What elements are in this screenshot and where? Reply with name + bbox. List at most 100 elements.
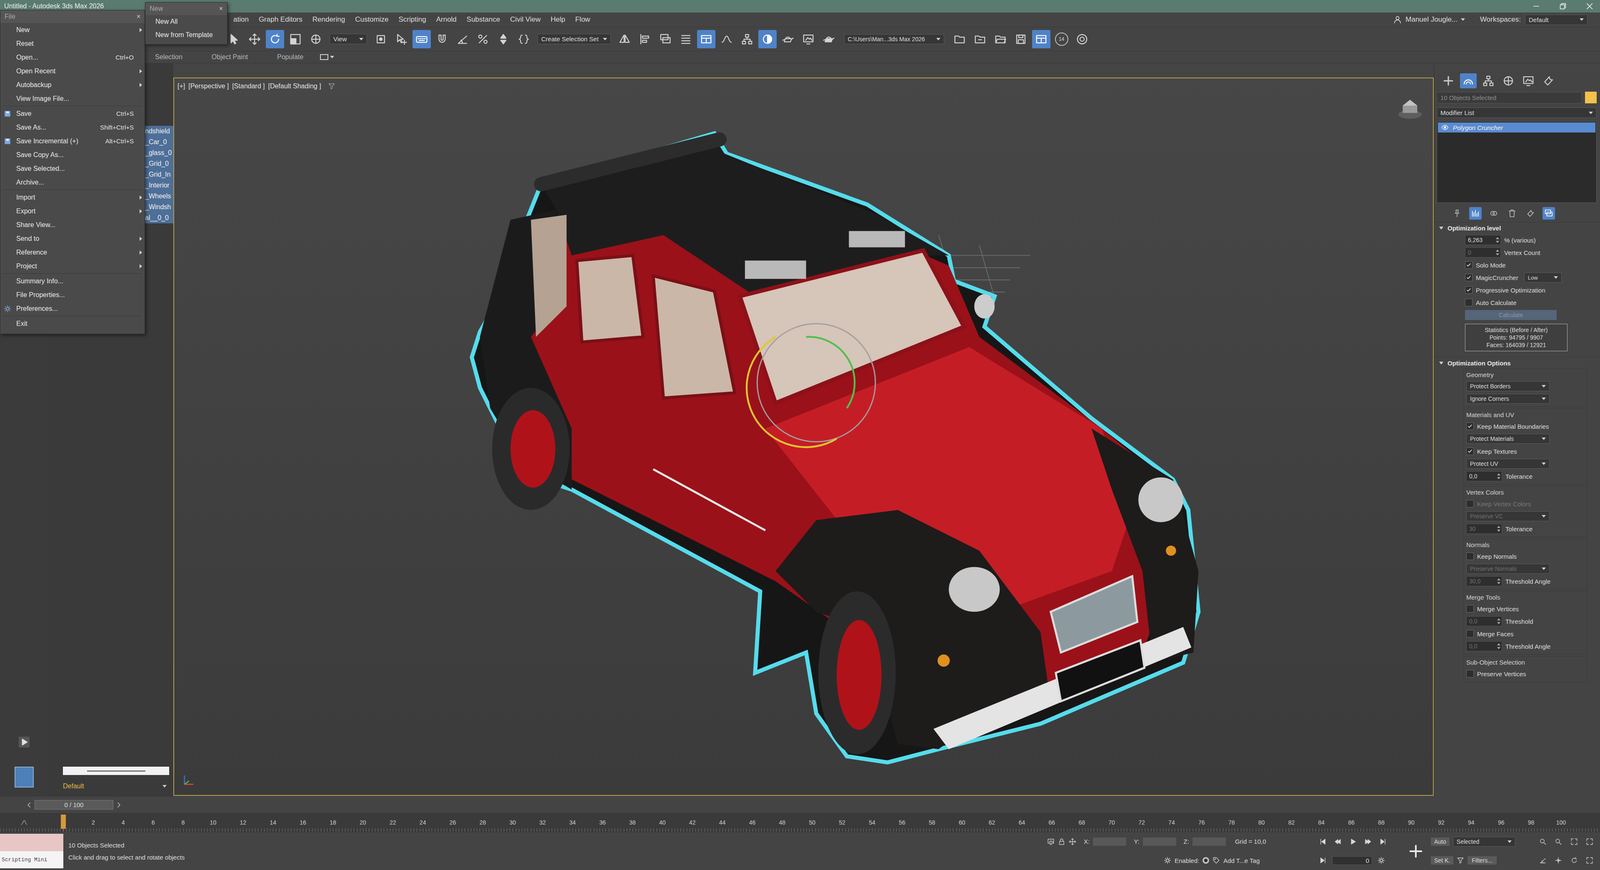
toolbar-button[interactable] [656,30,675,49]
coordinate-field[interactable] [1092,837,1127,846]
toolbar-button[interactable] [991,30,1010,49]
menu-entry[interactable]: View Image File... [0,91,145,106]
menu-entry[interactable]: New from Template [145,28,228,42]
option-dropdown[interactable]: Preserve Normals [1466,563,1550,574]
spinner-arrows-icon[interactable] [1497,472,1501,480]
playback-button[interactable] [1317,837,1329,846]
navigation-button[interactable] [1585,856,1594,865]
set-key-button[interactable] [1400,832,1431,870]
restore-button[interactable] [1555,0,1570,12]
command-tab[interactable] [1480,73,1497,89]
toolbar-button[interactable] [453,30,472,49]
menu-entry[interactable]: Archive... [0,175,145,190]
time-tag[interactable] [1212,856,1220,865]
checkbox-row[interactable]: Merge Faces [1466,627,1585,640]
viewport-filter[interactable] [327,82,336,90]
viewcube-icon[interactable] [1395,92,1425,124]
menu-entry[interactable]: Open Recent [0,64,145,78]
coordinate-field[interactable] [1192,837,1226,846]
menu-item[interactable]: Scripting [393,13,432,26]
navigation-button[interactable] [1570,856,1578,865]
menu-close-button[interactable]: × [219,5,223,13]
spinner-arrows-icon[interactable] [1497,525,1501,533]
expand-button[interactable] [18,736,30,748]
toolbar-button[interactable] [371,30,390,49]
spinner-field[interactable]: 30,0 [1466,576,1503,587]
checkbox-row[interactable]: Keep Vertex Colors [1466,497,1585,510]
navigation-button[interactable] [1539,856,1547,865]
toolbar-button[interactable] [1032,30,1051,49]
checkbox-row[interactable]: Progressive Optimization [1465,283,1588,297]
ribbon-tab[interactable]: Populate [277,53,304,61]
menu-item[interactable]: Graph Editors [253,13,308,26]
spinner-field[interactable]: 0 [1465,247,1501,258]
current-frame-marker[interactable] [60,814,66,829]
checkbox[interactable] [1465,286,1473,294]
object-row[interactable]: _Grid_0 [145,158,174,170]
option-dropdown[interactable]: Ignore Corners [1466,393,1550,404]
toolbar-button[interactable] [697,30,716,49]
spinner-arrows-icon[interactable] [1495,236,1500,244]
checkbox-row[interactable]: Auto Calculate [1465,296,1588,309]
navigation-button[interactable] [1539,837,1547,846]
prev-frame-button[interactable] [25,801,33,809]
toolbar-button[interactable] [950,30,969,49]
playback-button[interactable] [1347,837,1359,846]
toolbar-button[interactable] [717,30,736,49]
checkbox-row[interactable]: Solo Mode [1465,258,1588,272]
toolbar-button[interactable] [778,30,798,49]
navigation-button[interactable] [1554,856,1563,865]
spinner-field[interactable]: 6,263 [1465,235,1501,245]
menu-close-button[interactable]: × [136,12,141,21]
perspective-viewport[interactable]: [+][Perspective ][Standard ][Default Sha… [173,77,1434,796]
toolbar-button[interactable] [676,30,695,49]
time-slider[interactable]: 0 / 100 [25,800,123,810]
current-frame-field[interactable]: 0 [1332,856,1373,865]
menu-entry[interactable]: Exit [0,316,145,331]
checkbox[interactable] [1466,552,1474,560]
spinner-arrows-icon[interactable] [1497,577,1501,585]
toolbar-dropdown[interactable]: View [329,33,368,45]
curve-editor-toggle[interactable] [0,818,49,827]
menu-item[interactable]: ation [228,13,254,26]
menu-entry[interactable]: Save Ctrl+S [0,106,145,121]
playback-button[interactable] [1362,837,1374,846]
rollout-header[interactable]: Optimization level [1434,222,1600,234]
menu-entry[interactable]: Save Selected... [0,161,145,176]
spinner-arrows-icon[interactable] [1497,642,1501,650]
spinner-field[interactable]: 0,0 [1466,616,1503,627]
transform-mode[interactable] [1068,837,1077,846]
menu-item[interactable]: Civil View [505,13,546,26]
viewport-menu[interactable]: [Standard ] [232,82,265,90]
spinner-field[interactable]: 30 [1466,523,1503,534]
stack-tool-button[interactable] [1542,207,1555,220]
time-slider-thumb[interactable]: 0 / 100 [34,800,114,810]
ribbon-toggle[interactable] [320,54,335,60]
command-tab[interactable] [1540,73,1557,89]
menu-entry[interactable]: Summary Info... [0,274,145,288]
stack-tool-button[interactable] [1469,207,1482,220]
object-row[interactable]: _glass_0 [145,147,174,159]
workspace-dropdown[interactable]: Default [1525,14,1588,25]
checkbox[interactable] [1466,500,1474,508]
layer-color-swatch[interactable] [14,766,34,788]
menu-entry[interactable]: Save As... Shift+Ctrl+S [0,120,145,135]
toolbar-button[interactable] [473,30,493,49]
viewport-menu[interactable]: [Default Shading ] [267,82,321,90]
next-frame-button[interactable] [115,801,123,809]
toolbar-button[interactable] [392,30,411,49]
menu-entry[interactable]: File Properties... [0,287,145,302]
option-dropdown[interactable]: Protect UV [1466,458,1550,469]
toolbar-button[interactable] [1072,30,1092,49]
menu-entry[interactable]: Save Incremental (+) Alt+Ctrl+S [0,134,145,148]
key-filters-button[interactable]: Filters... [1467,856,1497,865]
menu-item[interactable]: Arnold [431,13,462,26]
checkbox[interactable] [1466,630,1474,638]
toolbar-button[interactable] [245,30,264,49]
checkbox-row[interactable]: Preserve Vertices [1466,667,1585,680]
checkbox[interactable] [1466,670,1474,678]
checkbox[interactable] [1465,273,1473,282]
spinner-arrows-icon[interactable] [1497,617,1501,625]
object-row[interactable]: _Grid_In [145,169,174,180]
minimize-button[interactable] [1529,0,1544,12]
